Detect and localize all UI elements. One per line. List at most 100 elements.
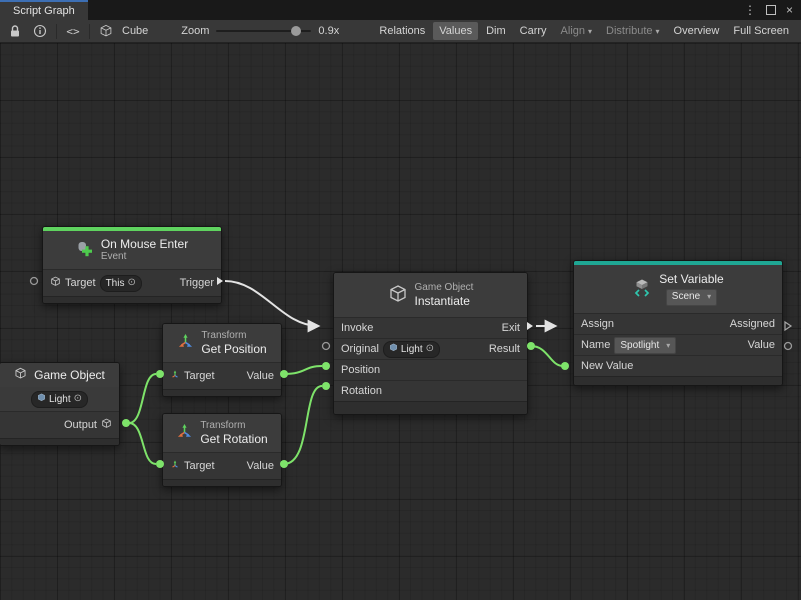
graph-canvas[interactable]: On Mouse Enter Event Target This ⊙ Trig	[0, 43, 801, 600]
node-header[interactable]: On Mouse Enter Event	[43, 231, 221, 269]
code-view-icon[interactable]: <>	[64, 22, 82, 40]
toolbar-separator	[56, 24, 57, 39]
transform-icon	[177, 333, 194, 353]
fullscreen-button[interactable]: Full Screen	[727, 22, 795, 40]
game-object-icon	[14, 367, 27, 383]
window-buttons: ⋮ ×	[744, 0, 801, 20]
node-title: On Mouse Enter	[101, 237, 188, 251]
node-on-mouse-enter[interactable]: On Mouse Enter Event Target This ⊙ Trig	[42, 226, 222, 304]
game-object-icon	[101, 418, 112, 432]
node-header[interactable]: Transform Get Rotation	[163, 414, 281, 452]
kebab-menu-icon[interactable]: ⋮	[744, 4, 756, 16]
port-event-target-input[interactable]	[31, 278, 38, 285]
zoom-slider[interactable]	[216, 30, 311, 32]
port-variable-output[interactable]	[122, 419, 130, 427]
tab-script-graph[interactable]: Script Graph	[0, 0, 88, 20]
graph-target-label[interactable]: Cube	[122, 25, 148, 37]
node-header[interactable]: Game Object	[0, 363, 119, 387]
port-label-value: Value	[748, 339, 775, 351]
chevron-down-icon: ▾	[666, 341, 670, 350]
node-set-variable[interactable]: Set Variable Scene ▾ Assign Assigned Nam…	[573, 260, 783, 386]
port-label-new-value: New Value	[581, 360, 633, 372]
object-field-light[interactable]: Light ⊙	[31, 391, 88, 408]
toolbar-separator	[89, 24, 90, 39]
node-get-position[interactable]: Transform Get Position Target Value	[162, 323, 282, 397]
port-label-value: Value	[247, 460, 274, 472]
node-footer	[334, 401, 527, 414]
node-header[interactable]: Transform Get Position	[163, 324, 281, 362]
title-bar: Script Graph ⋮ ×	[0, 0, 801, 20]
port-rotation-input[interactable]	[322, 382, 330, 390]
port-label-result: Result	[489, 343, 520, 355]
node-row: Position	[334, 359, 527, 380]
node-category: Game Object	[415, 282, 474, 294]
node-get-rotation[interactable]: Transform Get Rotation Target Value	[162, 413, 282, 487]
node-footer	[0, 438, 119, 445]
relations-button[interactable]: Relations	[373, 22, 431, 40]
chevron-down-icon: ▾	[588, 27, 592, 36]
object-picker-icon[interactable]: ⊙	[426, 344, 434, 354]
node-game-object-variable[interactable]: Game Object Light ⊙ Output	[0, 362, 120, 446]
wire-output-to-getrotation-target[interactable]	[129, 423, 156, 464]
node-row: Target Value	[163, 452, 281, 479]
node-row: Name Spotlight ▾ Value	[574, 334, 782, 355]
port-value-output[interactable]	[785, 343, 792, 350]
port-label-assigned: Assigned	[730, 318, 775, 330]
values-button[interactable]: Values	[433, 22, 478, 40]
lock-icon[interactable]	[6, 22, 24, 40]
object-field-light[interactable]: Light ⊙	[383, 341, 440, 358]
port-label-assign: Assign	[581, 318, 614, 330]
node-instantiate[interactable]: Game Object Instantiate Invoke Exit Orig…	[333, 272, 528, 415]
dim-button[interactable]: Dim	[480, 22, 512, 40]
variable-scope-dropdown[interactable]: Scene ▾	[666, 289, 717, 306]
node-title: Set Variable	[659, 272, 723, 286]
maximize-icon[interactable]	[766, 5, 776, 15]
variable-name-dropdown[interactable]: Spotlight ▾	[614, 337, 676, 354]
node-category: Transform	[200, 420, 245, 432]
node-row: New Value	[574, 355, 782, 376]
port-label-trigger: Trigger	[180, 277, 214, 289]
node-header[interactable]: Set Variable Scene ▾	[574, 265, 782, 313]
node-row: Output	[0, 411, 119, 438]
port-result-output[interactable]	[527, 342, 535, 350]
zoom-slider-knob[interactable]	[291, 26, 301, 36]
port-assigned-output[interactable]	[785, 322, 791, 330]
tab-label: Script Graph	[13, 5, 75, 17]
wire-getposition-value-to-position[interactable]	[284, 366, 322, 374]
chevron-down-icon: ▾	[656, 27, 660, 36]
wire-getrotation-value-to-rotation[interactable]	[284, 386, 322, 464]
port-label-rotation: Rotation	[341, 385, 382, 397]
graph-target-cube-icon	[97, 22, 115, 40]
transform-icon	[170, 460, 180, 473]
port-new-value-input[interactable]	[561, 362, 569, 370]
zoom-value: 0.9x	[318, 25, 339, 37]
port-position-input[interactable]	[322, 362, 330, 370]
node-footer	[43, 296, 221, 303]
port-label-target: Target	[184, 460, 215, 472]
node-row: Invoke Exit	[334, 317, 527, 338]
port-original-input[interactable]	[323, 343, 330, 350]
object-picker-icon[interactable]: ⊙	[127, 278, 135, 288]
transform-icon	[176, 423, 193, 443]
game-object-icon	[37, 393, 46, 405]
info-icon[interactable]	[31, 22, 49, 40]
overview-button[interactable]: Overview	[668, 22, 726, 40]
carry-button[interactable]: Carry	[514, 22, 553, 40]
align-dropdown[interactable]: Align▾	[555, 22, 598, 40]
wire-result-to-new-value[interactable]	[531, 346, 563, 366]
wire-output-to-getposition-target[interactable]	[129, 374, 156, 423]
port-label-target: Target	[184, 370, 215, 382]
transform-icon	[170, 370, 180, 383]
node-footer	[163, 389, 281, 396]
distribute-dropdown[interactable]: Distribute▾	[600, 22, 665, 40]
game-object-icon	[388, 284, 408, 307]
close-icon[interactable]: ×	[786, 4, 793, 16]
wire-trigger-to-invoke[interactable]	[225, 281, 318, 326]
chevron-down-icon: ▾	[707, 292, 711, 302]
game-object-icon	[389, 343, 398, 355]
node-subtitle: Event	[101, 251, 127, 263]
object-picker-icon[interactable]: ⊙	[74, 394, 82, 404]
object-field-this[interactable]: This ⊙	[100, 275, 142, 292]
port-label-value: Value	[247, 370, 274, 382]
node-header[interactable]: Game Object Instantiate	[334, 273, 527, 317]
